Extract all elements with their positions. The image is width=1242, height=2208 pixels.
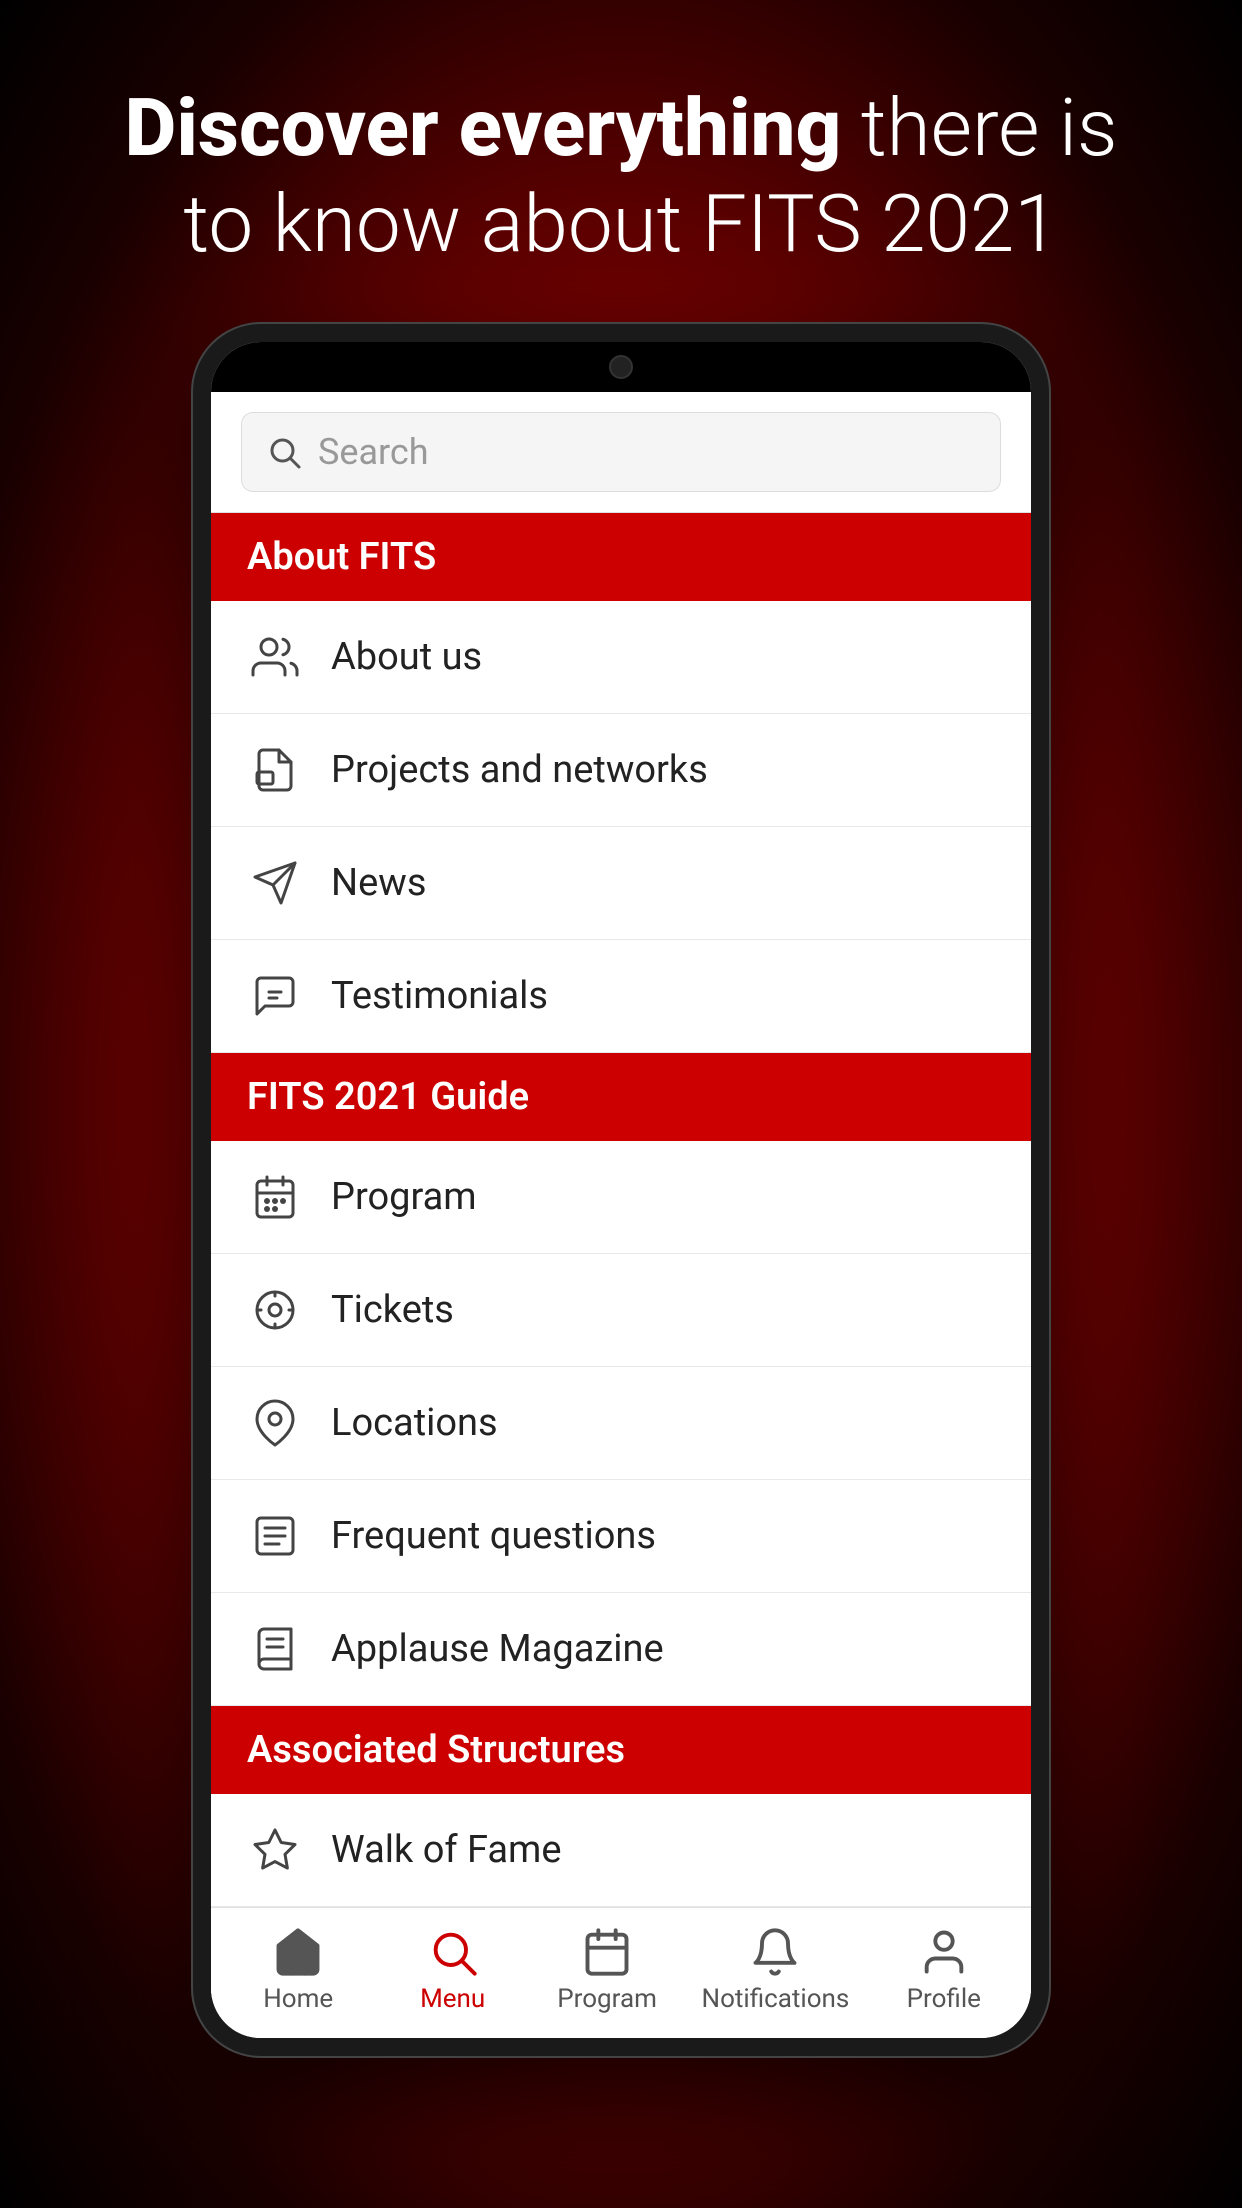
menu-list: About FITS About us xyxy=(211,513,1031,2038)
menu-item-walk-of-fame[interactable]: Walk of Fame xyxy=(211,1794,1031,1907)
projects-networks-label: Projects and networks xyxy=(331,748,708,792)
menu-item-projects-networks[interactable]: Projects and networks xyxy=(211,714,1031,827)
menu-nav-label: Menu xyxy=(420,1984,485,2014)
send-icon xyxy=(247,855,303,911)
locations-label: Locations xyxy=(331,1401,498,1445)
hero-line2: to know about FITS 2021 xyxy=(183,177,1058,271)
nav-item-program[interactable]: Program xyxy=(547,1926,667,2014)
menu-search-icon xyxy=(427,1926,479,1978)
menu-item-magazine[interactable]: Applause Magazine xyxy=(211,1593,1031,1706)
location-icon xyxy=(247,1395,303,1451)
documents-icon xyxy=(247,742,303,798)
search-icon xyxy=(266,434,302,470)
menu-item-testimonials[interactable]: Testimonials xyxy=(211,940,1031,1053)
nav-item-home[interactable]: Home xyxy=(238,1926,358,2014)
phone-notch xyxy=(211,342,1031,392)
calendar-icon xyxy=(247,1169,303,1225)
about-us-label: About us xyxy=(331,635,482,679)
phone-screen: Search About FITS About us xyxy=(211,342,1031,2038)
search-bar[interactable]: Search xyxy=(211,392,1031,513)
camera-dot xyxy=(609,355,633,379)
chat-icon xyxy=(247,968,303,1024)
hero-bold: Discover everything xyxy=(124,81,841,175)
menu-item-locations[interactable]: Locations xyxy=(211,1367,1031,1480)
phone-frame: Search About FITS About us xyxy=(191,322,1051,2058)
tickets-label: Tickets xyxy=(331,1288,454,1332)
faq-label: Frequent questions xyxy=(331,1514,656,1558)
news-label: News xyxy=(331,861,426,905)
list-icon xyxy=(247,1508,303,1564)
notifications-nav-label: Notifications xyxy=(702,1984,850,2014)
menu-item-program[interactable]: Program xyxy=(211,1141,1031,1254)
menu-item-faq[interactable]: Frequent questions xyxy=(211,1480,1031,1593)
ticket-icon xyxy=(247,1282,303,1338)
testimonials-label: Testimonials xyxy=(331,974,548,1018)
section-header-fits-guide: FITS 2021 Guide xyxy=(211,1053,1031,1141)
star-icon xyxy=(247,1822,303,1878)
profile-nav-label: Profile xyxy=(907,1984,981,2014)
home-icon xyxy=(272,1926,324,1978)
hero-section: Discover everything there is to know abo… xyxy=(0,0,1242,322)
hero-rest: there is xyxy=(841,81,1117,175)
nav-item-notifications[interactable]: Notifications xyxy=(702,1926,850,2014)
program-label: Program xyxy=(331,1175,477,1219)
menu-item-about-us[interactable]: About us xyxy=(211,601,1031,714)
program-nav-label: Program xyxy=(557,1984,657,2014)
menu-item-tickets[interactable]: Tickets xyxy=(211,1254,1031,1367)
person-icon xyxy=(918,1926,970,1978)
section-header-about-fits: About FITS xyxy=(211,513,1031,601)
book-icon xyxy=(247,1621,303,1677)
search-placeholder-text: Search xyxy=(318,431,429,473)
search-input-wrapper[interactable]: Search xyxy=(241,412,1001,492)
nav-item-profile[interactable]: Profile xyxy=(884,1926,1004,2014)
section-header-associated: Associated Structures xyxy=(211,1706,1031,1794)
home-nav-label: Home xyxy=(263,1984,333,2014)
walk-of-fame-label: Walk of Fame xyxy=(331,1828,562,1872)
magazine-label: Applause Magazine xyxy=(331,1627,664,1671)
nav-item-menu[interactable]: Menu xyxy=(393,1926,513,2014)
calendar-nav-icon xyxy=(581,1926,633,1978)
people-icon xyxy=(247,629,303,685)
bell-icon xyxy=(749,1926,801,1978)
menu-item-news[interactable]: News xyxy=(211,827,1031,940)
bottom-navigation: Home Menu Program xyxy=(211,1907,1031,2038)
